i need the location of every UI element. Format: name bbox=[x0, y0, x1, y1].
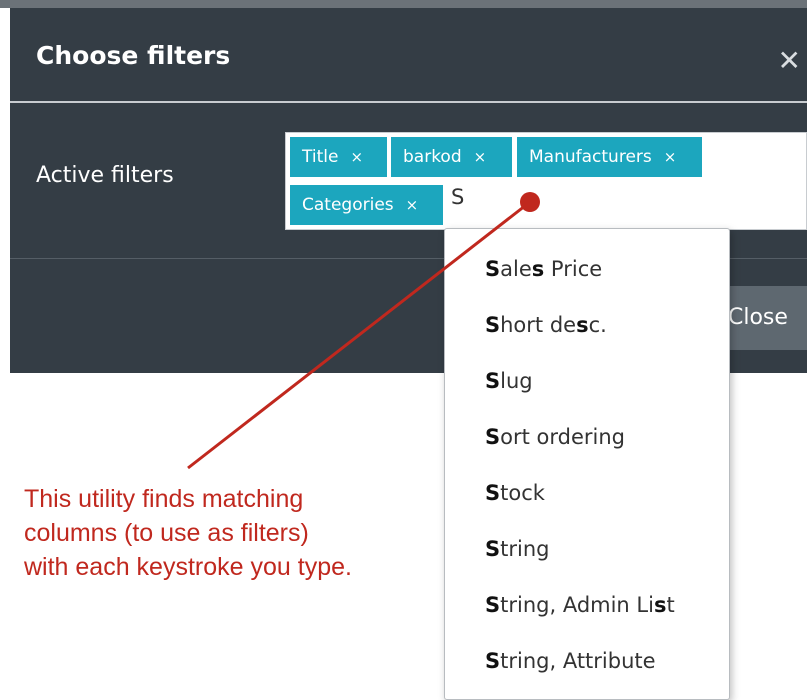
item-text: Price bbox=[544, 257, 603, 281]
annotation-line-2: columns (to use as filters) bbox=[24, 519, 309, 547]
match-highlight: s bbox=[653, 593, 667, 617]
item-text: tock bbox=[500, 481, 545, 505]
filter-tag-categories: Categories × bbox=[290, 185, 443, 225]
match-highlight: S bbox=[485, 593, 501, 617]
tag-label: barkod bbox=[403, 147, 462, 167]
filter-tag-manufacturers: Manufacturers × bbox=[517, 137, 702, 177]
modal-title: Choose filters bbox=[36, 41, 231, 70]
dropdown-item[interactable]: Sales Price bbox=[485, 257, 602, 281]
match-highlight: S bbox=[485, 313, 501, 337]
filter-tag-title: Title × bbox=[290, 137, 387, 177]
remove-tag-icon[interactable]: × bbox=[406, 196, 419, 214]
tag-label: Manufacturers bbox=[529, 147, 652, 167]
dropdown-item[interactable]: Sort ordering bbox=[485, 425, 625, 449]
match-highlight: S bbox=[485, 481, 501, 505]
item-text: tring bbox=[500, 537, 550, 561]
dropdown-item[interactable]: Short desc. bbox=[485, 313, 607, 337]
match-highlight: S bbox=[485, 425, 501, 449]
item-text: hort de bbox=[500, 313, 577, 337]
tag-label: Categories bbox=[302, 195, 394, 215]
annotation-text: This utility finds matching columns (to … bbox=[24, 482, 444, 584]
autocomplete-dropdown: Sales Price Short desc. Slug Sort orderi… bbox=[444, 228, 730, 700]
tag-label: Title bbox=[302, 147, 339, 167]
item-text: ort ordering bbox=[500, 425, 625, 449]
remove-tag-icon[interactable]: × bbox=[474, 148, 487, 166]
filter-tag-barkod: barkod × bbox=[391, 137, 512, 177]
annotation-line-1: This utility finds matching bbox=[24, 485, 304, 513]
match-highlight: S bbox=[485, 537, 501, 561]
active-filters-label: Active filters bbox=[36, 163, 174, 188]
dropdown-item[interactable]: String bbox=[485, 537, 549, 561]
match-highlight: s bbox=[576, 313, 589, 337]
dropdown-item[interactable]: Slug bbox=[485, 369, 533, 393]
annotation-line-3: with each keystroke you type. bbox=[24, 553, 352, 581]
modal-header: Choose filters ✕ bbox=[10, 8, 807, 103]
dropdown-item[interactable]: Stock bbox=[485, 481, 545, 505]
close-icon[interactable]: ✕ bbox=[778, 44, 801, 77]
match-highlight: S bbox=[485, 257, 501, 281]
match-highlight: s bbox=[531, 257, 545, 281]
dropdown-item[interactable]: String, Attribute bbox=[485, 649, 656, 673]
match-highlight: S bbox=[485, 369, 501, 393]
filter-tag-input[interactable]: Title × barkod × Manufacturers × Categories… bbox=[285, 132, 807, 230]
item-text: t bbox=[666, 593, 675, 617]
remove-tag-icon[interactable]: × bbox=[350, 148, 363, 166]
item-text: lug bbox=[500, 369, 533, 393]
item-text: c. bbox=[588, 313, 607, 337]
background-page-strip bbox=[0, 0, 807, 8]
dropdown-item[interactable]: String, Admin List bbox=[485, 593, 675, 617]
item-text: tring, Attribute bbox=[500, 649, 656, 673]
remove-tag-icon[interactable]: × bbox=[664, 148, 677, 166]
match-highlight: S bbox=[485, 649, 501, 673]
item-text: ale bbox=[500, 257, 532, 281]
item-text: tring, Admin Li bbox=[500, 593, 654, 617]
filter-search-text[interactable]: S bbox=[451, 185, 464, 209]
